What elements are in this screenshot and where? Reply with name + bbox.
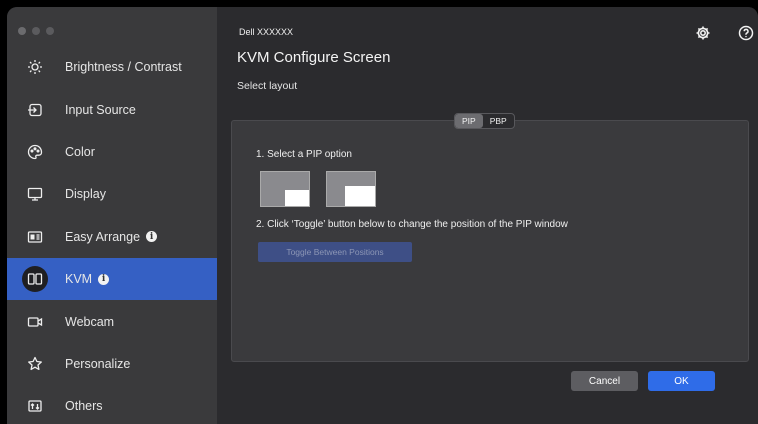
sidebar-item-label: Webcam [65, 314, 115, 329]
display-icon [22, 181, 48, 207]
sidebar-item-label: Brightness / Contrast [65, 60, 182, 75]
tab-pip[interactable]: PIP [455, 114, 483, 128]
input-source-icon [22, 97, 48, 123]
sidebar-item-personalize[interactable]: Personalize [7, 343, 217, 385]
sidebar-item-webcam[interactable]: Webcam [7, 300, 217, 342]
sidebar-item-label: Color [65, 144, 95, 159]
sidebar-item-display[interactable]: Display [7, 173, 217, 215]
sidebar-item-color[interactable]: Color [7, 131, 217, 173]
help-icon[interactable] [737, 24, 755, 42]
color-icon [22, 139, 48, 165]
sidebar-item-label: Input Source [65, 102, 136, 117]
webcam-icon [22, 309, 48, 335]
app-window: Brightness / Contrast Input Source Color… [7, 7, 758, 424]
sidebar-nav: Brightness / Contrast Input Source Color… [7, 46, 217, 424]
sidebar-item-input-source[interactable]: Input Source [7, 88, 217, 130]
sidebar-item-others[interactable]: Others [7, 385, 217, 424]
star-icon [22, 351, 48, 377]
page-subtitle: Select layout [237, 80, 298, 92]
tab-pbp[interactable]: PBP [483, 114, 514, 128]
step1-label: 1. Select a PIP option [256, 149, 352, 160]
sidebar-item-brightness-contrast[interactable]: Brightness / Contrast [7, 46, 217, 88]
ok-button[interactable]: OK [648, 371, 715, 391]
device-name: Dell XXXXXX [239, 27, 294, 37]
pip-option-bottom-right-alt[interactable] [326, 171, 376, 207]
page-title: KVM Configure Screen [237, 49, 391, 66]
layout-tab-switch: PIP PBP [454, 113, 515, 129]
layout-panel: 1. Select a PIP option 2. Click ‘Toggle’… [231, 120, 749, 362]
sidebar-item-kvm[interactable]: KVM i [7, 257, 217, 301]
cancel-button[interactable]: Cancel [571, 371, 638, 391]
sidebar-item-label: KVM [65, 272, 93, 287]
others-icon [22, 393, 48, 419]
info-icon[interactable]: i [146, 231, 158, 243]
sidebar-item-label: Others [65, 399, 103, 414]
pip-option-bottom-right[interactable] [260, 171, 310, 207]
kvm-icon [22, 266, 48, 293]
zoom-window-button[interactable] [46, 27, 54, 35]
brightness-icon [22, 54, 48, 80]
window-controls [18, 27, 54, 35]
easy-arrange-icon [22, 224, 48, 250]
main-content: Dell XXXXXX KVM Configure Screen Select … [217, 7, 758, 424]
sidebar-item-label: Easy Arrange [65, 229, 141, 244]
step2-label: 2. Click ‘Toggle’ button below to change… [256, 219, 568, 230]
sidebar-item-label: Personalize [65, 356, 131, 371]
close-window-button[interactable] [18, 27, 26, 35]
gear-icon[interactable] [694, 24, 712, 42]
sidebar: Brightness / Contrast Input Source Color… [7, 7, 217, 424]
toggle-positions-button[interactable]: Toggle Between Positions [258, 242, 412, 262]
info-icon[interactable]: i [98, 273, 110, 285]
sidebar-item-label: Display [65, 187, 106, 202]
sidebar-item-easy-arrange[interactable]: Easy Arrange i [7, 216, 217, 258]
minimize-window-button[interactable] [32, 27, 40, 35]
